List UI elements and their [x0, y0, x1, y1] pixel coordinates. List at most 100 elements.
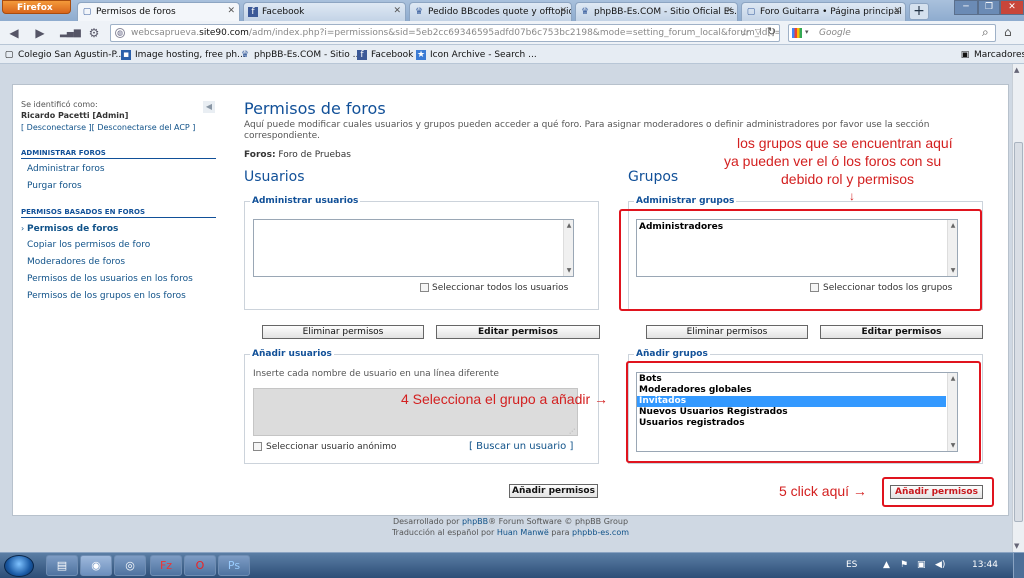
- sidebar-item-permisos-de-foros[interactable]: Permisos de foros: [27, 224, 118, 234]
- dropdown-history-icon[interactable]: ▽: [755, 27, 761, 36]
- search-input[interactable]: Google: [788, 24, 996, 42]
- addon-icon[interactable]: ⚙: [86, 25, 102, 41]
- bookmark-colegio[interactable]: ▢ Colegio San Agustin-P...: [4, 50, 124, 60]
- firefox-icon[interactable]: ◉: [80, 555, 112, 576]
- logged-in-label: Se identificó como:: [21, 100, 98, 109]
- user-name: Ricardo Pacetti [Admin]: [21, 111, 129, 120]
- bookmark-label: Image hosting, free ph...: [135, 50, 246, 60]
- tab-label: phpBB-Es.COM - Sitio Oficial Es...: [594, 7, 738, 17]
- scrollbar-thumb[interactable]: [1014, 142, 1023, 522]
- tab-label: Permisos de foros: [96, 7, 176, 17]
- users-select-scrollbar[interactable]: ▲ ▼: [563, 220, 573, 276]
- opera-icon[interactable]: O: [184, 555, 216, 576]
- network-icon[interactable]: ▣: [917, 560, 926, 570]
- language-indicator[interactable]: ES: [846, 560, 857, 570]
- footer-text: para: [548, 528, 573, 537]
- phpbb-icon: ♛: [414, 7, 424, 17]
- forward-arrow-icon[interactable]: ▶: [32, 25, 48, 41]
- close-tab-icon[interactable]: ✕: [227, 6, 235, 16]
- users-select[interactable]: ▲ ▼: [253, 219, 574, 277]
- show-hidden-icons-icon[interactable]: ▲: [883, 560, 890, 570]
- sidebar-item-administrar-foros[interactable]: Administrar foros: [27, 164, 105, 174]
- close-tab-icon[interactable]: ✕: [393, 6, 401, 16]
- url-input[interactable]: webcsaprueva.site90.com/adm/index.php?i=…: [110, 24, 780, 42]
- close-tab-icon[interactable]: ✕: [559, 6, 567, 16]
- edit-permissions-users-button[interactable]: Editar permisos: [436, 325, 600, 339]
- remove-permissions-users-button[interactable]: Eliminar permisos: [262, 325, 424, 339]
- edit-permissions-groups-button[interactable]: Editar permisos: [820, 325, 983, 339]
- back-arrow-icon[interactable]: ◀: [6, 25, 22, 41]
- url-domain-prefix: webcsaprueva.: [131, 28, 200, 38]
- tab-permisos-de-foros[interactable]: ▢ Permisos de foros ✕: [77, 2, 240, 21]
- home-icon[interactable]: ⌂: [1004, 25, 1012, 39]
- close-tab-icon[interactable]: ✕: [725, 6, 733, 16]
- firefox-menu-button[interactable]: Firefox: [2, 0, 71, 14]
- annotation-select-group: 4 Selecciona el grupo a añadir →: [401, 391, 609, 407]
- bookmark-image-hosting[interactable]: ▪ Image hosting, free ph...: [121, 50, 246, 60]
- scroll-down-icon[interactable]: ▼: [1014, 542, 1019, 550]
- page-scrollbar[interactable]: ▲ ▼: [1012, 64, 1024, 552]
- bookmark-phpbb-es[interactable]: ♛ phpBB-Es.COM - Sitio ...: [240, 50, 361, 60]
- sidebar-item-permisos-grupos[interactable]: Permisos de los grupos en los foros: [27, 291, 186, 301]
- phpbb-icon: ♛: [240, 50, 250, 60]
- logout-links[interactable]: [ Desconectarse ][ Desconectarse del ACP…: [21, 123, 195, 132]
- flag-icon[interactable]: ⚑: [900, 560, 908, 570]
- scroll-up-icon[interactable]: ▲: [564, 222, 574, 229]
- tab-foro-guitarra[interactable]: ▢ Foro Guitarra • Página principal ✕: [741, 2, 906, 21]
- volume-icon[interactable]: ◀): [935, 560, 945, 570]
- anonymous-user-label: Seleccionar usuario anónimo: [266, 442, 397, 452]
- star-icon: ★: [416, 50, 426, 60]
- filezilla-icon[interactable]: Fz: [150, 555, 182, 576]
- star-bookmark-icon[interactable]: ☆: [740, 26, 750, 39]
- sidebar-item-purgar-foros[interactable]: Purgar foros: [27, 181, 82, 191]
- maximize-window-button[interactable]: ❐: [978, 0, 1000, 15]
- photoshop-icon[interactable]: Ps: [218, 555, 250, 576]
- close-tab-icon[interactable]: ✕: [893, 6, 901, 16]
- add-users-hint: Inserte cada nombre de usuario en una lí…: [253, 369, 499, 379]
- add-permissions-users-button[interactable]: Añadir permisos: [509, 484, 598, 498]
- chrome-icon[interactable]: ◎: [114, 555, 146, 576]
- start-button[interactable]: [4, 555, 34, 577]
- bookmark-icon-archive[interactable]: ★ Icon Archive - Search ...: [416, 50, 537, 60]
- globe-icon: ◍: [115, 28, 125, 38]
- show-desktop-button[interactable]: [1013, 553, 1024, 578]
- acp-page: Se identificó como: Ricardo Pacetti [Adm…: [12, 84, 1009, 516]
- reload-icon[interactable]: ↻: [767, 25, 776, 38]
- bookmarks-icon: ▣: [960, 50, 970, 60]
- bookmark-label: Icon Archive - Search ...: [430, 50, 537, 60]
- annotation-note-line3: debido rol y permisos: [781, 171, 915, 187]
- signal-icon: ▂▄▆: [60, 28, 81, 38]
- phpbb-link[interactable]: phpBB: [462, 517, 488, 526]
- find-member-link[interactable]: [ Buscar un usuario ]: [469, 441, 573, 452]
- translator-link[interactable]: Huan Manwë: [497, 528, 549, 537]
- tab-pedido-bbcodes[interactable]: ♛ Pedido BBcodes quote y offtopic ✕: [409, 2, 572, 21]
- bookmarks-menu[interactable]: ▣ Marcadores: [960, 50, 1024, 60]
- remove-permissions-groups-button[interactable]: Eliminar permisos: [646, 325, 808, 339]
- bookmark-facebook[interactable]: f Facebook: [357, 50, 413, 60]
- add-permissions-groups-button[interactable]: Añadir permisos: [890, 485, 983, 499]
- image-icon: ▪: [121, 50, 131, 60]
- search-engine-dropdown-icon[interactable]: ▾: [805, 28, 809, 36]
- sidebar-item-copiar-permisos[interactable]: Copiar los permisos de foro: [27, 240, 150, 250]
- phpbb-es-link[interactable]: phpbb-es.com: [572, 528, 629, 537]
- tab-label: Facebook: [262, 7, 305, 17]
- resize-grip-icon[interactable]: ⋰: [569, 428, 575, 435]
- bookmark-label: Facebook: [371, 50, 414, 60]
- tab-facebook[interactable]: f Facebook ✕: [243, 2, 406, 21]
- collapse-icon[interactable]: ◀: [203, 101, 215, 113]
- scroll-down-icon[interactable]: ▼: [564, 267, 574, 274]
- search-icon[interactable]: ⌕: [982, 25, 989, 40]
- tab-phpbb-es[interactable]: ♛ phpBB-Es.COM - Sitio Oficial Es... ✕: [575, 2, 738, 21]
- highlight-box-groups: [619, 209, 982, 311]
- minimize-window-button[interactable]: ─: [954, 0, 978, 15]
- select-all-users-checkbox[interactable]: [420, 283, 429, 292]
- bookmarks-menu-label: Marcadores: [974, 50, 1024, 60]
- sidebar-item-moderadores[interactable]: Moderadores de foros: [27, 257, 125, 267]
- clock[interactable]: 13:44: [972, 560, 998, 570]
- explorer-icon[interactable]: ▤: [46, 555, 78, 576]
- anonymous-user-checkbox[interactable]: [253, 442, 262, 451]
- new-tab-button[interactable]: +: [909, 3, 929, 20]
- close-window-button[interactable]: ✕: [1000, 0, 1024, 15]
- sidebar-item-permisos-usuarios[interactable]: Permisos de los usuarios en los foros: [27, 274, 193, 284]
- scroll-up-icon[interactable]: ▲: [1014, 66, 1019, 74]
